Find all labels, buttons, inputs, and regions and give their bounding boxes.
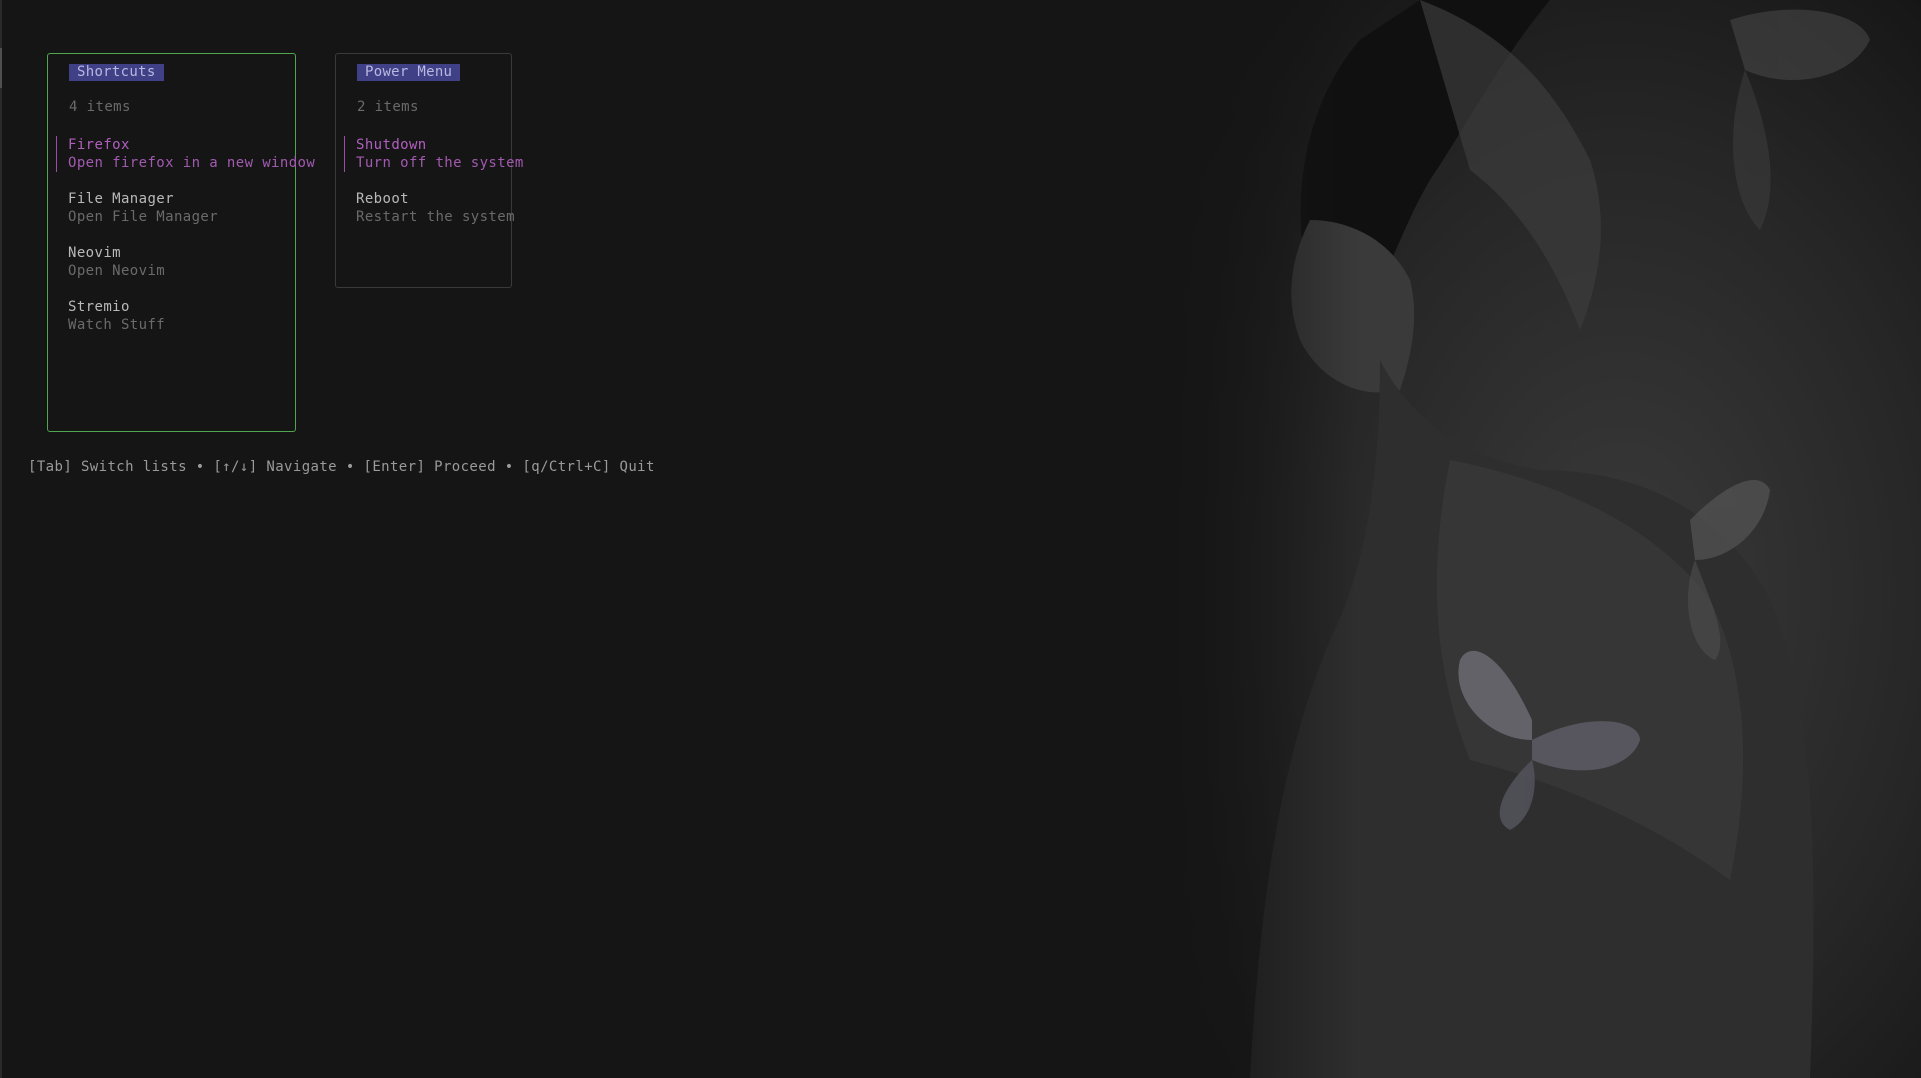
list-item-name: Reboot bbox=[356, 191, 409, 207]
list-item-desc: Watch Stuff bbox=[68, 317, 166, 333]
list-item-name: File Manager bbox=[68, 191, 174, 207]
list-item-neovim[interactable]: Neovim Open Neovim bbox=[56, 244, 165, 280]
shortcuts-panel-title: Shortcuts bbox=[69, 64, 164, 81]
list-item-stremio[interactable]: Stremio Watch Stuff bbox=[56, 298, 165, 334]
shortcuts-item-count: 4 items bbox=[69, 99, 131, 115]
list-item-name: Shutdown bbox=[356, 137, 427, 153]
list-item-desc: Turn off the system bbox=[356, 155, 524, 171]
list-item-name: Stremio bbox=[68, 299, 130, 315]
list-item-desc: Open File Manager bbox=[68, 209, 219, 225]
wallpaper-art bbox=[1170, 0, 1921, 1078]
power-menu-panel[interactable]: Power Menu 2 items Shutdown Turn off the… bbox=[335, 53, 523, 288]
list-item-reboot[interactable]: Reboot Restart the system bbox=[344, 190, 515, 226]
list-item-firefox[interactable]: Firefox Open firefox in a new window bbox=[56, 136, 315, 172]
power-menu-panel-title: Power Menu bbox=[357, 64, 461, 81]
list-item-name: Neovim bbox=[68, 245, 121, 261]
wallpaper-image bbox=[1170, 0, 1921, 1078]
list-item-name: Firefox bbox=[68, 137, 130, 153]
terminal-screen: Shortcuts 4 items Firefox Open firefox i… bbox=[0, 0, 1921, 1078]
list-item-desc: Open Neovim bbox=[68, 263, 166, 279]
keybinding-help: [Tab] Switch lists • [↑/↓] Navigate • [E… bbox=[28, 459, 655, 475]
list-item-desc: Open firefox in a new window bbox=[68, 155, 316, 171]
list-item-shutdown[interactable]: Shutdown Turn off the system bbox=[344, 136, 524, 172]
list-item-desc: Restart the system bbox=[356, 209, 515, 225]
shortcuts-panel[interactable]: Shortcuts 4 items Firefox Open firefox i… bbox=[47, 53, 315, 432]
power-menu-item-count: 2 items bbox=[357, 99, 419, 115]
list-item-file-manager[interactable]: File Manager Open File Manager bbox=[56, 190, 218, 226]
window-edge bbox=[0, 0, 2, 1078]
